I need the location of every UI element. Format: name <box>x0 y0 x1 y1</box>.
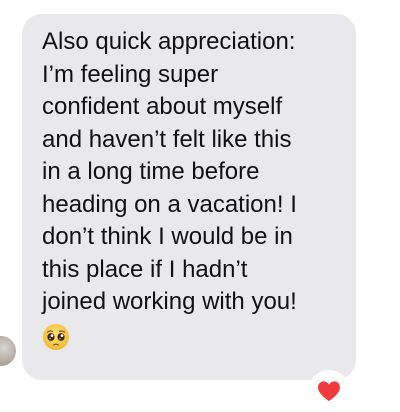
message-line: joined working with you! <box>42 288 297 315</box>
conversation-view: Also quick appreciation: I’m feeling sup… <box>0 0 400 412</box>
message-text: Also quick appreciation: I’m feeling sup… <box>42 26 346 319</box>
message-line: this place if I hadn’t <box>42 255 248 283</box>
message-line: confident about myself <box>42 93 283 120</box>
message-line: and haven’t felt like this <box>42 125 292 153</box>
message-line: don’t think I would be in <box>42 223 293 250</box>
avatar[interactable] <box>0 336 16 366</box>
message-line: in a long time before <box>42 158 260 185</box>
heart-reaction[interactable] <box>310 372 348 410</box>
message-line: heading on a vacation! I <box>42 190 297 218</box>
message-line: Also quick appreciation: <box>42 28 296 55</box>
pleading-face-emoji <box>43 323 69 350</box>
message-line: I’m feeling super <box>42 60 219 88</box>
message-bubble[interactable]: Also quick appreciation: I’m feeling sup… <box>22 14 356 380</box>
heart-icon <box>318 381 340 401</box>
